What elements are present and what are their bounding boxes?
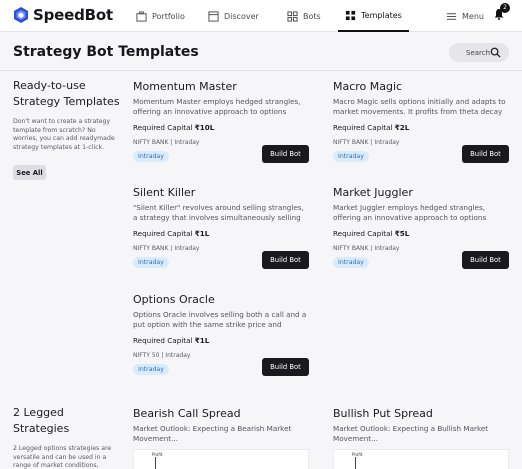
card-description: "Silent Killer" revolves around selling …	[133, 203, 304, 222]
card-title: Market Juggler	[333, 186, 413, 199]
capital-value: ₹1L	[194, 336, 210, 345]
search-button[interactable]: Search	[449, 43, 509, 62]
capital-value: ₹1L	[194, 229, 210, 238]
card-title: Bullish Put Spread	[333, 407, 433, 420]
chart-axis-label: Profit	[152, 452, 163, 457]
intraday-tag: Intraday	[133, 257, 169, 268]
card-description: Macro Magic sells options initially and …	[333, 97, 506, 116]
portfolio-icon	[136, 10, 147, 22]
nav-label: Templates	[361, 10, 402, 20]
card-meta: NIFTY BANK | Intraday	[333, 245, 400, 252]
template-card[interactable]: Momentum Master Momentum Master employs …	[133, 80, 309, 168]
app-name[interactable]: SpeedBot	[33, 6, 113, 24]
template-card[interactable]: Options Oracle Options Oracle involves s…	[133, 293, 309, 381]
card-title: Options Oracle	[133, 293, 215, 306]
build-bot-button[interactable]: Build Bot	[462, 251, 509, 269]
card-title: Macro Magic	[333, 80, 403, 93]
intraday-tag: Intraday	[133, 364, 169, 375]
capital-value: ₹10L	[194, 123, 215, 132]
header-divider	[0, 70, 522, 71]
top-navigation-bar: SpeedBot Portfolio Discover Bots Templat…	[0, 0, 522, 32]
nav-discover[interactable]: Discover	[208, 0, 259, 32]
card-description: Market Outlook: Expecting a Bullish Mark…	[333, 424, 489, 443]
card-description: Market Juggler employs hedged strangles,…	[333, 203, 487, 222]
required-capital: Required Capital ₹1L	[133, 229, 210, 238]
menu-icon	[446, 12, 457, 20]
template-card[interactable]: Silent Killer "Silent Killer" revolves a…	[133, 186, 309, 274]
build-bot-button[interactable]: Build Bot	[262, 251, 309, 269]
templates-icon	[346, 10, 356, 20]
template-card[interactable]: Bearish Call Spread Market Outlook: Expe…	[133, 407, 309, 469]
card-title: Silent Killer	[133, 186, 196, 199]
section-description: 2 Legged options strategies are versatil…	[13, 445, 112, 469]
bots-icon	[287, 10, 298, 22]
nav-bots[interactable]: Bots	[287, 0, 321, 32]
section-heading-line: 2 Legged	[13, 406, 64, 419]
required-capital: Required Capital ₹10L	[133, 123, 215, 132]
intraday-tag: Intraday	[333, 151, 369, 162]
required-capital: Required Capital ₹2L	[333, 123, 410, 132]
intraday-tag: Intraday	[133, 151, 169, 162]
chart-y-axis	[355, 457, 356, 469]
payoff-chart: Profit	[133, 449, 309, 469]
card-description: Options Oracle involves selling both a c…	[133, 310, 307, 329]
nav-label: Bots	[303, 11, 321, 21]
card-description: Momentum Master employs hedged strangles…	[133, 97, 301, 116]
card-title: Bearish Call Spread	[133, 407, 241, 420]
page-title: Strategy Bot Templates	[13, 44, 199, 60]
required-capital: Required Capital ₹5L	[333, 229, 410, 238]
capital-value: ₹2L	[394, 123, 410, 132]
build-bot-button[interactable]: Build Bot	[462, 145, 509, 163]
capital-value: ₹5L	[394, 229, 410, 238]
nav-label: Discover	[224, 11, 259, 21]
chart-axis-label: Profit	[352, 452, 363, 457]
notification-badge: 2	[500, 3, 510, 13]
card-description: Market Outlook: Expecting a Bearish Mark…	[133, 424, 292, 443]
nav-label: Menu	[462, 11, 484, 21]
section-heading-line: Strategy Templates	[13, 95, 120, 108]
card-title: Momentum Master	[133, 80, 237, 93]
section-description: Don't want to create a strategy template…	[13, 118, 115, 151]
nav-label: Portfolio	[152, 11, 185, 21]
card-meta: NIFTY BANK | Intraday	[333, 139, 400, 146]
nav-menu[interactable]: Menu	[446, 0, 484, 32]
required-capital: Required Capital ₹1L	[133, 336, 210, 345]
payoff-chart: Profit	[333, 449, 509, 469]
see-all-button[interactable]: See All	[13, 165, 46, 180]
search-label: Search	[466, 48, 491, 57]
build-bot-button[interactable]: Build Bot	[262, 358, 309, 376]
template-card[interactable]: Market Juggler Market Juggler employs he…	[333, 186, 509, 274]
card-meta: NIFTY 50 | Intraday	[133, 352, 191, 359]
nav-templates[interactable]: Templates	[338, 0, 409, 32]
speedbot-logo-icon[interactable]	[13, 7, 29, 23]
chart-y-axis	[155, 457, 156, 469]
build-bot-button[interactable]: Build Bot	[262, 145, 309, 163]
nav-portfolio[interactable]: Portfolio	[136, 0, 185, 32]
intraday-tag: Intraday	[333, 257, 369, 268]
search-icon	[490, 47, 501, 58]
discover-icon	[208, 10, 219, 22]
section-heading-line: Strategies	[13, 422, 70, 435]
card-meta: NIFTY BANK | Intraday	[133, 245, 200, 252]
template-card[interactable]: Macro Magic Macro Magic sells options in…	[333, 80, 509, 168]
card-meta: NIFTY BANK | Intraday	[133, 139, 200, 146]
section-heading-line: Ready-to-use	[13, 79, 86, 92]
template-card[interactable]: Bullish Put Spread Market Outlook: Expec…	[333, 407, 509, 469]
